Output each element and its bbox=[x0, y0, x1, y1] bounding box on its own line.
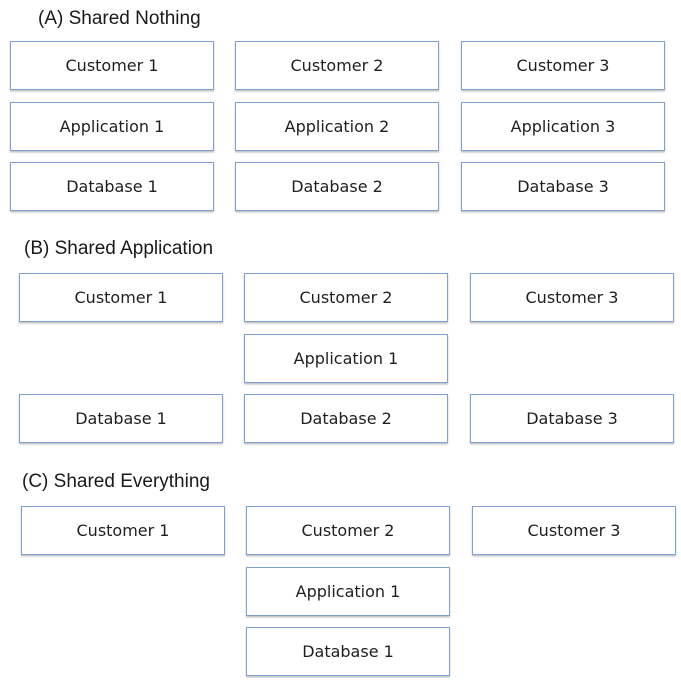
box-database-2: Database 2 bbox=[244, 394, 448, 443]
box-database-1: Database 1 bbox=[10, 162, 214, 211]
box-database-1: Database 1 bbox=[19, 394, 223, 443]
box-application-1: Application 1 bbox=[10, 102, 214, 151]
box-shared-application-1: Application 1 bbox=[244, 334, 448, 383]
box-customer-3: Customer 3 bbox=[472, 506, 676, 555]
box-label: Application 3 bbox=[510, 117, 616, 136]
box-label: Customer 2 bbox=[301, 521, 395, 540]
box-label: Database 1 bbox=[66, 177, 158, 196]
box-label: Database 1 bbox=[302, 642, 394, 661]
box-label: Database 2 bbox=[300, 409, 392, 428]
box-label: Application 2 bbox=[284, 117, 390, 136]
box-database-3: Database 3 bbox=[461, 162, 665, 211]
box-customer-1: Customer 1 bbox=[19, 273, 223, 322]
box-customer-1: Customer 1 bbox=[10, 41, 214, 90]
box-shared-database-1: Database 1 bbox=[246, 627, 450, 676]
box-label: Application 1 bbox=[59, 117, 165, 136]
box-label: Customer 2 bbox=[299, 288, 393, 307]
box-application-2: Application 2 bbox=[235, 102, 439, 151]
box-label: Customer 3 bbox=[516, 56, 610, 75]
box-label: Customer 2 bbox=[290, 56, 384, 75]
box-label: Customer 3 bbox=[525, 288, 619, 307]
section-title-shared-nothing: (A) Shared Nothing bbox=[38, 8, 201, 29]
box-shared-application-1: Application 1 bbox=[246, 567, 450, 616]
box-customer-2: Customer 2 bbox=[246, 506, 450, 555]
box-label: Customer 3 bbox=[527, 521, 621, 540]
box-label: Application 1 bbox=[293, 349, 399, 368]
section-title-shared-everything: (C) Shared Everything bbox=[22, 471, 210, 492]
box-label: Database 3 bbox=[517, 177, 609, 196]
box-label: Database 1 bbox=[75, 409, 167, 428]
box-label: Database 2 bbox=[291, 177, 383, 196]
box-label: Customer 1 bbox=[65, 56, 159, 75]
box-customer-3: Customer 3 bbox=[461, 41, 665, 90]
box-customer-1: Customer 1 bbox=[21, 506, 225, 555]
box-customer-2: Customer 2 bbox=[244, 273, 448, 322]
box-customer-2: Customer 2 bbox=[235, 41, 439, 90]
section-title-shared-application: (B) Shared Application bbox=[24, 238, 214, 259]
box-label: Customer 1 bbox=[76, 521, 170, 540]
box-customer-3: Customer 3 bbox=[470, 273, 674, 322]
box-label: Application 1 bbox=[295, 582, 401, 601]
box-label: Database 3 bbox=[526, 409, 618, 428]
box-application-3: Application 3 bbox=[461, 102, 665, 151]
box-database-2: Database 2 bbox=[235, 162, 439, 211]
box-database-3: Database 3 bbox=[470, 394, 674, 443]
box-label: Customer 1 bbox=[74, 288, 168, 307]
